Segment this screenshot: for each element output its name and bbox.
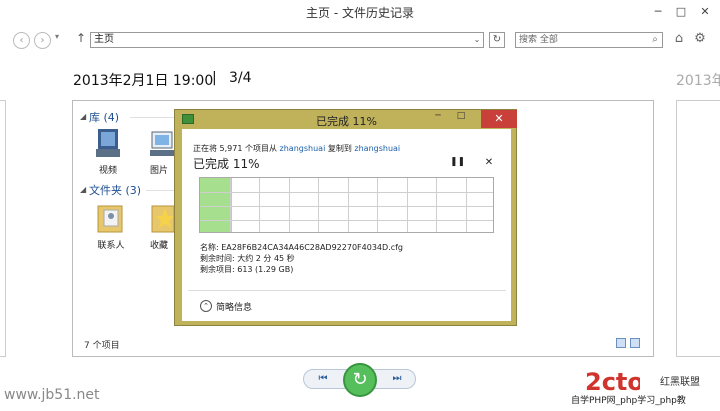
address-bar[interactable]: 主页 — [90, 32, 484, 48]
up-button[interactable]: ↑ — [76, 31, 86, 45]
next-version-button[interactable]: ⏭ — [390, 372, 404, 386]
search-icon[interactable]: ⌕ — [648, 32, 662, 48]
folders-group-header[interactable]: 文件夹 (3) — [89, 182, 141, 198]
transfer-progress-chart — [199, 177, 494, 233]
refresh-button[interactable]: ↻ — [489, 32, 505, 48]
previous-version-panel[interactable] — [0, 100, 6, 357]
chevron-up-icon[interactable]: ⌃ — [200, 300, 212, 312]
transfer-details: 名称: EA28F6B24CA34A46C28AD92270F4034D.cfg… — [200, 242, 403, 275]
home-icon[interactable]: ⌂ — [671, 31, 687, 49]
collapse-folders-icon[interactable]: ◢ — [80, 185, 86, 194]
items-remaining: 剩余项目: 613 (1.29 GB) — [200, 265, 294, 274]
libraries-group-header[interactable]: 库 (4) — [89, 109, 119, 125]
next-version-date[interactable]: 2013年 — [676, 70, 720, 90]
history-dropdown-icon[interactable]: ▾ — [55, 32, 59, 41]
group-divider — [146, 190, 174, 191]
progress-grid — [200, 178, 493, 232]
address-dropdown-icon[interactable]: ⌄ — [471, 33, 483, 47]
source-link[interactable]: zhangshuai — [280, 144, 326, 153]
watermark-left: www.jb51.net — [4, 387, 100, 403]
window-title: 主页 - 文件历史记录 — [306, 6, 414, 20]
back-button[interactable]: ‹ — [13, 32, 30, 49]
large-icons-view-icon[interactable] — [630, 338, 640, 348]
close-button[interactable]: ✕ — [694, 3, 716, 21]
stop-button[interactable]: ✕ — [483, 157, 495, 169]
pictures-library-icon[interactable] — [150, 130, 174, 160]
progress-fill — [200, 178, 232, 232]
progress-title: 已完成 11% — [193, 157, 260, 171]
search-input[interactable]: 搜索 全部 — [515, 32, 663, 48]
collapse-libraries-icon[interactable]: ◢ — [80, 112, 86, 121]
dialog-divider — [188, 290, 506, 291]
restore-button[interactable]: ↻ — [343, 363, 377, 397]
folder-item-label: 联系人 — [97, 241, 125, 251]
date-separator: | — [212, 70, 217, 86]
details-view-icon[interactable] — [616, 338, 626, 348]
watermark-site-name: 红黑联盟 — [660, 377, 700, 388]
contacts-folder-icon[interactable] — [96, 200, 124, 234]
library-item-label: 视频 — [98, 166, 117, 176]
folder-item-label: 收藏 — [150, 241, 169, 251]
copy-middle: 复制到 — [325, 144, 355, 153]
watermark-logo: 2cto — [585, 368, 640, 392]
video-library-icon[interactable] — [96, 127, 120, 161]
library-item-label: 图片 — [150, 166, 169, 176]
copy-prefix: 正在将 5,971 个项目从 — [193, 144, 280, 153]
minimize-button[interactable]: ─ — [647, 3, 669, 21]
group-divider — [130, 117, 174, 118]
copy-description: 正在将 5,971 个项目从 zhangshuai 复制到 zhangshuai — [193, 143, 400, 154]
pause-button[interactable]: ❚❚ — [450, 157, 465, 169]
maximize-button[interactable]: □ — [670, 3, 692, 21]
dialog-minimize-button[interactable]: ─ — [430, 111, 446, 125]
gear-icon[interactable]: ⚙ — [692, 31, 708, 49]
dialog-maximize-button[interactable]: □ — [453, 111, 469, 125]
watermark-right: 自学PHP网_php学习_php教 — [569, 391, 720, 411]
destination-link[interactable]: zhangshuai — [354, 144, 400, 153]
time-remaining: 剩余时间: 大约 2 分 45 秒 — [200, 254, 295, 263]
dialog-close-button[interactable]: ✕ — [481, 110, 517, 128]
less-details-button[interactable]: 简略信息 — [216, 300, 252, 313]
version-position: 3/4 — [229, 70, 252, 86]
backup-date: 2013年2月1日 19:00 — [73, 73, 214, 89]
item-count: 7 个项目 — [84, 341, 120, 351]
favorites-folder-icon[interactable] — [150, 200, 174, 234]
previous-version-button[interactable]: ⏮ — [316, 372, 330, 386]
file-name: 名称: EA28F6B24CA34A46C28AD92270F4034D.cfg — [200, 243, 403, 252]
next-version-panel[interactable] — [676, 100, 720, 357]
svg-text:2cto: 2cto — [585, 368, 640, 392]
forward-button[interactable]: › — [34, 32, 51, 49]
